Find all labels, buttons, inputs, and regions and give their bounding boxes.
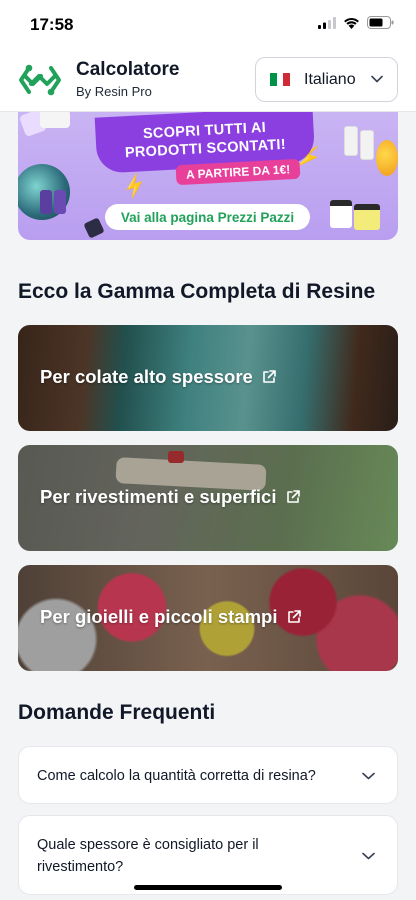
battery-icon (367, 16, 394, 29)
product-bottle-decoration (360, 130, 374, 160)
product-bottle-decoration (54, 190, 66, 214)
lightning-icon: ⚡ (119, 172, 151, 202)
faq-question-line: rivestimento? (37, 859, 124, 875)
category-label-text: Per rivestimenti e superfici (40, 486, 277, 507)
category-card-label: Per rivestimenti e superfici (40, 486, 301, 508)
wifi-icon (344, 17, 359, 29)
category-card-label: Per gioielli e piccoli stampi (40, 606, 302, 628)
faq-section-title: Domande Frequenti (18, 701, 216, 724)
cellular-signal-icon (318, 16, 336, 29)
product-bottle-decoration (40, 112, 70, 128)
category-label-text: Per gioielli e piccoli stampi (40, 606, 278, 627)
app-title: Calcolatore (76, 59, 180, 80)
faq-item[interactable]: Come calcolo la quantità corretta di res… (18, 746, 398, 804)
product-jar-decoration (330, 200, 352, 228)
faq-question: Come calcolo la quantità corretta di res… (37, 768, 316, 784)
faq-item[interactable]: Quale spessore è consigliato per il rive… (18, 815, 398, 895)
language-label: Italiano (304, 70, 356, 88)
category-label-text: Per colate alto spessore (40, 366, 253, 387)
language-select[interactable]: Italiano (255, 57, 398, 102)
faq-question-line: Quale spessore è consigliato per il (37, 837, 259, 853)
product-bottle-decoration (83, 217, 105, 239)
app-subtitle: By Resin Pro (76, 84, 152, 99)
external-link-icon (287, 610, 301, 623)
faq-question: Quale spessore è consigliato per il rive… (37, 834, 259, 878)
home-indicator (134, 885, 282, 890)
product-jar-decoration (354, 204, 380, 230)
category-card-label: Per colate alto spessore (40, 366, 277, 388)
promo-banner[interactable]: ⚡ ⚡ SCOPRI TUTTI AI PRODOTTI SCONTATI! A… (18, 112, 398, 240)
chevron-down-icon (362, 852, 375, 860)
category-card-high-thickness[interactable]: Per colate alto spessore (18, 325, 398, 431)
chevron-down-icon (362, 772, 375, 780)
external-link-icon (263, 370, 276, 383)
category-card-coatings[interactable]: Per rivestimenti e superfici (18, 445, 398, 551)
promo-cta-button[interactable]: Vai alla pagina Prezzi Pazzi (105, 204, 310, 230)
external-link-icon (286, 490, 300, 503)
category-card-jewelry[interactable]: Per gioielli e piccoli stampi (18, 565, 398, 671)
product-bottle-decoration (344, 126, 358, 156)
chevron-down-icon (371, 75, 383, 83)
status-icons (318, 16, 394, 29)
app-header: Calcolatore By Resin Pro Italiano (0, 50, 416, 112)
resin-pro-logo-icon (19, 64, 61, 96)
product-bottle-decoration (40, 190, 52, 214)
product-bottle-decoration (376, 140, 398, 176)
italy-flag-icon (270, 73, 291, 86)
range-section-title: Ecco la Gamma Completa di Resine (18, 280, 376, 303)
status-time: 17:58 (30, 15, 74, 34)
status-bar: 17:58 (0, 0, 416, 50)
